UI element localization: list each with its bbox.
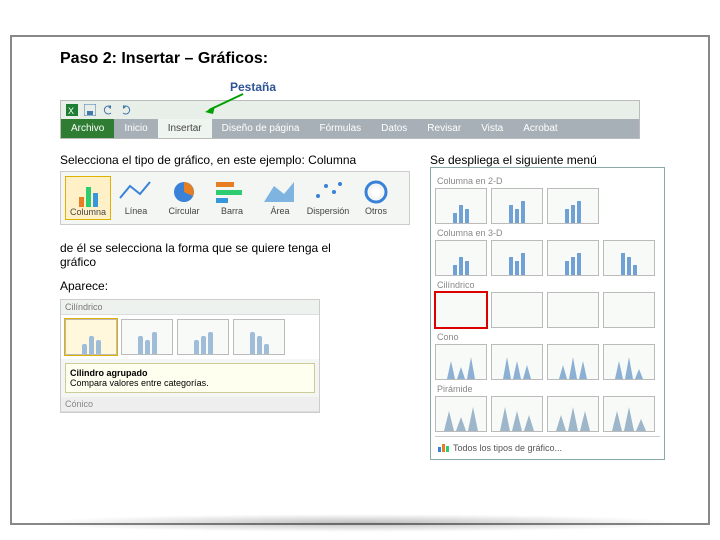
svg-text:X: X	[68, 106, 74, 116]
tab-home[interactable]: Inicio	[114, 119, 157, 138]
thumb-cone-4[interactable]	[603, 344, 655, 380]
chart-type-label: Circular	[168, 206, 199, 216]
chart-types-gallery: Columna Línea Circular Barra Área	[60, 171, 410, 225]
column-chart-icon	[70, 179, 106, 207]
chart-type-column[interactable]: Columna	[65, 176, 111, 220]
thumb-2d-3[interactable]	[547, 188, 599, 224]
thumb-cyl-stacked[interactable]	[491, 292, 543, 328]
redo-icon[interactable]	[119, 103, 133, 117]
chart-type-label: Dispersión	[307, 206, 350, 216]
menu-section-3d: Columna en 3-D	[437, 228, 660, 238]
thumb-2d-2[interactable]	[491, 188, 543, 224]
chart-type-label: Columna	[70, 207, 106, 217]
chart-type-label: Barra	[221, 206, 243, 216]
caption-appears: Aparece:	[60, 279, 410, 293]
chart-type-line[interactable]: Línea	[113, 176, 159, 220]
excel-ribbon: X Archivo Inicio Insertar Diseño de pági…	[60, 100, 640, 139]
caption-select-shape: de él se selecciona la forma que se quie…	[60, 241, 360, 269]
excel-icon: X	[65, 103, 79, 117]
chart-type-other[interactable]: Otros	[353, 176, 399, 220]
pie-chart-icon	[166, 178, 202, 206]
bar-chart-icon	[214, 178, 250, 206]
menu-all-chart-types[interactable]: Todos los tipos de gráfico...	[435, 436, 660, 459]
tooltip-title: Cilindro agrupado	[70, 368, 148, 378]
thumb-cyl-3d[interactable]	[603, 292, 655, 328]
tab-file[interactable]: Archivo	[61, 119, 114, 138]
tooltip-box: Cilindro agrupado Compara valores entre …	[65, 363, 315, 393]
quick-access-toolbar: X	[61, 101, 639, 119]
subtitle-tab-label: Pestaña	[230, 80, 690, 94]
chart-type-scatter[interactable]: Dispersión	[305, 176, 351, 220]
thumb-cyl-1[interactable]	[65, 319, 117, 355]
menu-section-pyramid: Pirámide	[437, 384, 660, 394]
thumb-pyr-2[interactable]	[491, 396, 543, 432]
preview-category-cone: Cónico	[61, 397, 319, 412]
ribbon-tabs: Archivo Inicio Insertar Diseño de página…	[61, 119, 639, 138]
thumb-cyl-clustered[interactable]	[435, 292, 487, 328]
tab-acrobat[interactable]: Acrobat	[513, 119, 567, 138]
thumb-cyl-3[interactable]	[177, 319, 229, 355]
tab-review[interactable]: Revisar	[417, 119, 471, 138]
page-title: Paso 2: Insertar – Gráficos:	[60, 50, 690, 68]
tooltip-description: Compara valores entre categorías.	[70, 378, 209, 388]
chart-type-pie[interactable]: Circular	[161, 176, 207, 220]
thumb-3d-1[interactable]	[435, 240, 487, 276]
tab-data[interactable]: Datos	[371, 119, 417, 138]
thumb-cone-2[interactable]	[491, 344, 543, 380]
other-chart-icon	[358, 178, 394, 206]
all-charts-icon	[437, 441, 449, 455]
undo-icon[interactable]	[101, 103, 115, 117]
tab-formulas[interactable]: Fórmulas	[309, 119, 371, 138]
preview-category-cylinder: Cilíndrico	[61, 300, 319, 315]
preview-thumbs-row	[61, 315, 319, 359]
menu-section-cone: Cono	[437, 332, 660, 342]
caption-menu-unfolds: Se despliega el siguiente menú	[430, 153, 670, 167]
chart-type-label: Área	[270, 206, 289, 216]
chart-type-area[interactable]: Área	[257, 176, 303, 220]
thumb-cone-1[interactable]	[435, 344, 487, 380]
tab-insert[interactable]: Insertar	[158, 119, 212, 138]
chart-type-label: Otros	[365, 206, 387, 216]
thumb-2d-1[interactable]	[435, 188, 487, 224]
tab-view[interactable]: Vista	[471, 119, 513, 138]
caption-select-type: Selecciona el tipo de gráfico, en este e…	[60, 153, 410, 167]
tooltip-preview: Cilíndrico Cilindro agrupado Compara val…	[60, 299, 320, 413]
save-icon[interactable]	[83, 103, 97, 117]
line-chart-icon	[118, 178, 154, 206]
menu-all-label: Todos los tipos de gráfico...	[453, 443, 562, 453]
thumb-pyr-3[interactable]	[547, 396, 599, 432]
column-submenu: Columna en 2-D Columna en 3-D Cilíndrico	[430, 167, 665, 460]
thumb-cyl-100[interactable]	[547, 292, 599, 328]
thumb-pyr-1[interactable]	[435, 396, 487, 432]
thumb-pyr-4[interactable]	[603, 396, 655, 432]
area-chart-icon	[262, 178, 298, 206]
thumb-cyl-2[interactable]	[121, 319, 173, 355]
scatter-chart-icon	[310, 178, 346, 206]
chart-type-label: Línea	[125, 206, 148, 216]
thumb-cone-3[interactable]	[547, 344, 599, 380]
page-shadow	[30, 514, 690, 532]
menu-section-cylinder: Cilíndrico	[437, 280, 660, 290]
chart-type-bar[interactable]: Barra	[209, 176, 255, 220]
menu-section-2d: Columna en 2-D	[437, 176, 660, 186]
thumb-3d-2[interactable]	[491, 240, 543, 276]
thumb-3d-4[interactable]	[603, 240, 655, 276]
thumb-cyl-4[interactable]	[233, 319, 285, 355]
tab-layout[interactable]: Diseño de página	[212, 119, 310, 138]
thumb-3d-3[interactable]	[547, 240, 599, 276]
